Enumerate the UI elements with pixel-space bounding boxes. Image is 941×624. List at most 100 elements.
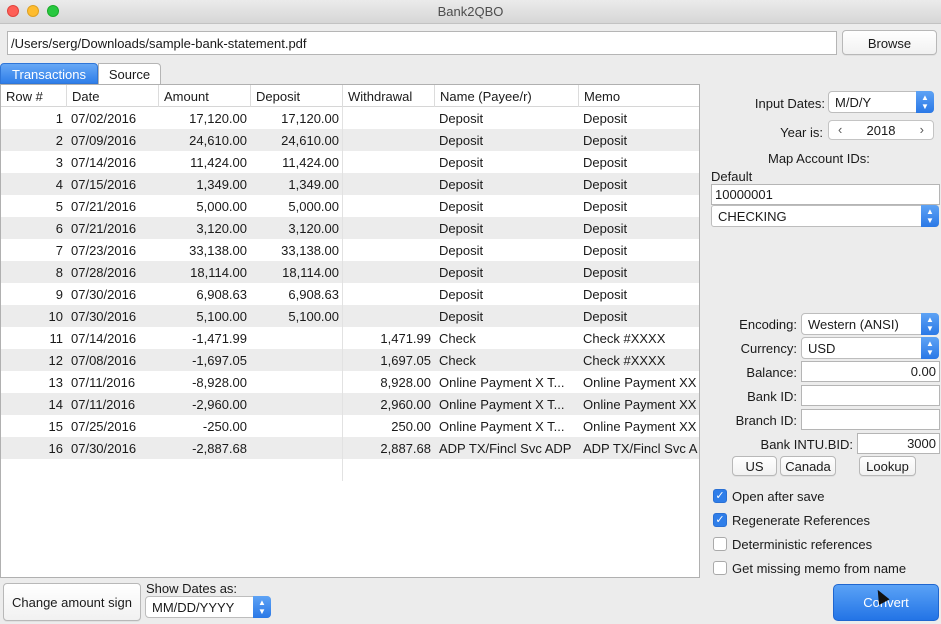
cell-date: 07/28/2016 (71, 265, 137, 280)
column-header-withdrawal[interactable]: Withdrawal (343, 85, 435, 107)
cell-payee: Deposit (439, 287, 484, 302)
tab-source[interactable]: Source (98, 63, 161, 84)
encoding-select[interactable]: Western (ANSI) ▲ ▼ (801, 313, 939, 335)
cell-memo: Deposit (583, 133, 628, 148)
lookup-button[interactable]: Lookup (859, 456, 916, 476)
cell-row-number: 16 (48, 441, 63, 456)
cell-memo: Check #XXXX (583, 353, 666, 368)
account-id-field[interactable]: 10000001 (711, 184, 940, 205)
table-row[interactable]: 15 07/25/2016 -250.00 250.00 Online Payment … (1, 415, 699, 437)
cell-date: 07/09/2016 (71, 133, 137, 148)
account-type-value: CHECKING (718, 209, 787, 224)
cell-deposit: 18,114.00 (282, 265, 339, 280)
change-amount-sign-button[interactable]: Change amount sign (3, 583, 141, 621)
currency-value: USD (808, 341, 836, 356)
missing-memo-checkbox[interactable] (713, 561, 727, 575)
cell-memo: Online Payment XX (583, 397, 697, 412)
table-row[interactable]: 1 07/02/2016 17,120.00 17,120.00 Deposit Depo… (1, 107, 699, 129)
branch-id-label: Branch ID: (735, 413, 797, 428)
cell-payee: ADP TX/Fincl Svc ADP (439, 441, 572, 456)
open-after-save-checkbox[interactable]: ✓ (713, 489, 727, 503)
cell-withdrawal: 8,928.00 (380, 375, 431, 390)
cell-payee: Deposit (439, 155, 484, 170)
cell-amount: 5,100.00 (196, 309, 247, 324)
column-header-row[interactable]: Row # (1, 85, 67, 107)
cell-date: 07/02/2016 (71, 111, 137, 126)
show-dates-select[interactable]: MM/DD/YYYY ▲ ▼ (145, 596, 271, 618)
cell-row-number: 8 (55, 265, 63, 280)
cell-memo: Deposit (583, 177, 628, 192)
cell-date: 07/30/2016 (71, 309, 137, 324)
regenerate-references-label: Regenerate References (732, 513, 871, 528)
show-dates-value: MM/DD/YYYY (152, 600, 235, 615)
year-stepper[interactable]: ‹ 2018 › (828, 120, 934, 140)
cell-amount: 6,908.63 (196, 287, 247, 302)
cell-memo: Check #XXXX (583, 331, 666, 346)
table-row[interactable]: 10 07/30/2016 5,100.00 5,100.00 Deposit Depos… (1, 305, 699, 327)
cell-date: 07/21/2016 (71, 221, 137, 236)
table-row[interactable]: 8 07/28/2016 18,114.00 18,114.00 Deposit Depo… (1, 261, 699, 283)
table-row[interactable]: 9 07/30/2016 6,908.63 6,908.63 Deposit Deposi… (1, 283, 699, 305)
open-after-save-label: Open after save (732, 489, 825, 504)
cell-deposit (251, 415, 343, 437)
table-row[interactable]: 6 07/21/2016 3,120.00 3,120.00 Deposit Deposi… (1, 217, 699, 239)
cell-payee: Online Payment X T... (439, 397, 565, 412)
column-header-memo[interactable]: Memo (579, 85, 699, 107)
convert-button[interactable]: Convert (833, 584, 939, 621)
cell-memo: Online Payment XX (583, 375, 697, 390)
table-row[interactable]: 16 07/30/2016 -2,887.68 2,887.68 ADP TX/Finc… (1, 437, 699, 459)
show-dates-label: Show Dates as: (146, 581, 238, 596)
column-header-deposit[interactable]: Deposit (251, 85, 343, 107)
regenerate-references-checkbox[interactable]: ✓ (713, 513, 727, 527)
deterministic-references-checkbox[interactable] (713, 537, 727, 551)
column-header-date[interactable]: Date (67, 85, 159, 107)
cell-date: 07/14/2016 (71, 155, 137, 170)
table-row[interactable]: 7 07/23/2016 33,138.00 33,138.00 Deposit Depo… (1, 239, 699, 261)
cell-amount: 18,114.00 (190, 265, 247, 280)
us-button[interactable]: US (732, 456, 777, 476)
cell-payee: Check (439, 353, 476, 368)
cell-payee: Online Payment X T... (439, 375, 565, 390)
balance-field[interactable]: 0.00 (801, 361, 940, 382)
up-down-arrows-icon: ▲ ▼ (916, 91, 934, 113)
currency-select[interactable]: USD ▲ ▼ (801, 337, 939, 359)
table-row[interactable]: 5 07/21/2016 5,000.00 5,000.00 Deposit Deposi… (1, 195, 699, 217)
cell-memo: ADP TX/Fincl Svc A (583, 441, 698, 456)
cell-row-number: 15 (48, 419, 63, 434)
bank-id-field[interactable] (801, 385, 940, 406)
tab-transactions[interactable]: Transactions (0, 63, 98, 84)
table-row[interactable]: 4 07/15/2016 1,349.00 1,349.00 Deposit Deposi… (1, 173, 699, 195)
browse-button[interactable]: Browse (842, 30, 937, 55)
cell-withdrawal (343, 305, 435, 327)
up-down-arrows-icon: ▲ ▼ (921, 313, 939, 335)
input-dates-select[interactable]: M/D/Y ▲ ▼ (828, 91, 934, 113)
table-row[interactable]: 14 07/11/2016 -2,960.00 2,960.00 Online Paym… (1, 393, 699, 415)
column-header-amount[interactable]: Amount (159, 85, 251, 107)
column-divider (342, 107, 343, 481)
cell-deposit (251, 327, 343, 349)
cell-amount: -250.00 (202, 419, 247, 434)
column-header-name[interactable]: Name (Payee/r) (435, 85, 579, 107)
cell-deposit: 1,349.00 (288, 177, 339, 192)
table-row[interactable]: 12 07/08/2016 -1,697.05 1,697.05 Check Check … (1, 349, 699, 371)
cell-payee: Deposit (439, 133, 484, 148)
cell-date: 07/08/2016 (71, 353, 137, 368)
cell-withdrawal (343, 217, 435, 239)
chevron-right-icon[interactable]: › (920, 122, 924, 137)
cell-deposit: 11,424.00 (282, 155, 339, 170)
cell-row-number: 2 (55, 133, 63, 148)
year-value: 2018 (866, 123, 896, 138)
bank-intu-bid-field[interactable]: 3000 (857, 433, 940, 454)
table-row[interactable]: 3 07/14/2016 11,424.00 11,424.00 Deposit Depo… (1, 151, 699, 173)
file-path-field[interactable]: /Users/serg/Downloads/sample-bank-statem… (7, 31, 837, 55)
table-row[interactable]: 2 07/09/2016 24,610.00 24,610.00 Deposit Depo… (1, 129, 699, 151)
input-dates-label: Input Dates: (754, 96, 825, 111)
account-type-select[interactable]: CHECKING ▲ ▼ (711, 205, 939, 227)
table-row[interactable]: 11 07/14/2016 -1,471.99 1,471.99 Check Check … (1, 327, 699, 349)
table-row[interactable]: 13 07/11/2016 -8,928.00 8,928.00 Online Paym… (1, 371, 699, 393)
canada-button[interactable]: Canada (780, 456, 836, 476)
cell-date: 07/11/2016 (71, 397, 136, 412)
cell-deposit (251, 437, 343, 459)
branch-id-field[interactable] (801, 409, 940, 430)
transactions-table[interactable]: Row # Date Amount Deposit Withdrawal Nam… (0, 84, 700, 578)
